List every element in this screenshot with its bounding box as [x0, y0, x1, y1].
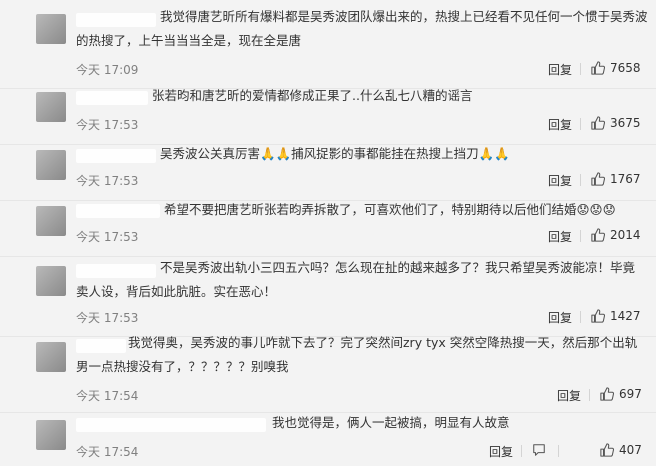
like-count: 1767	[610, 172, 641, 186]
avatar[interactable]	[36, 92, 66, 122]
like-count: 3675	[610, 116, 641, 130]
like-button[interactable]	[532, 443, 546, 457]
like-count: 2014	[610, 228, 641, 242]
like-button[interactable]: 1427	[591, 309, 641, 323]
divider	[558, 445, 559, 457]
comment-item: 吴秀波公关真厉害🙏🙏捕风捉影的事都能挂在热搜上挡刀🙏🙏 今天 17:53 回复 …	[0, 144, 656, 201]
divider	[580, 311, 581, 323]
comment-item: 我也觉得是，俩人一起被搞，明显有人故意 今天 17:54 回复 407	[0, 412, 656, 466]
avatar[interactable]	[36, 342, 66, 372]
thumbs-up-icon	[591, 228, 605, 242]
avatar[interactable]	[36, 206, 66, 236]
reply-button[interactable]: 回复	[557, 387, 581, 404]
reply-button[interactable]: 回复	[489, 443, 513, 460]
thumbs-up-icon	[600, 443, 614, 457]
username-mask	[76, 149, 156, 163]
comment-icon	[533, 444, 545, 456]
comment-text: 张若昀和唐艺昕的爱情都修成正果了..什么乱七八糟的谣言	[152, 88, 473, 103]
username-mask	[76, 204, 160, 218]
divider	[580, 63, 581, 75]
avatar[interactable]	[36, 266, 66, 296]
like-count: 7658	[610, 61, 641, 75]
comment-time: 今天 17:53	[76, 230, 139, 244]
username-mask	[76, 418, 266, 432]
divider	[580, 118, 581, 130]
like-count: 1427	[610, 309, 641, 323]
like-button[interactable]: 2014	[591, 228, 641, 242]
thumbs-up-icon	[591, 116, 605, 130]
comment-item: 不是吴秀波出轨小三四五六吗？怎么现在扯的越来越多了？我只希望吴秀波能凉！毕竟卖人…	[0, 256, 656, 337]
avatar[interactable]	[36, 420, 66, 450]
reply-button[interactable]: 回复	[548, 172, 572, 189]
reply-button[interactable]: 回复	[548, 309, 572, 326]
comment-text: 我也觉得是，俩人一起被搞，明显有人故意	[272, 415, 510, 430]
like-button[interactable]: 697	[600, 387, 642, 401]
comment-time: 今天 17:09	[76, 63, 139, 77]
username-mask	[76, 91, 148, 105]
like-button[interactable]: 3675	[591, 116, 641, 130]
like-count: 697	[619, 387, 642, 401]
thumbs-up-icon	[591, 61, 605, 75]
comment-time: 今天 17:53	[76, 174, 139, 188]
comment-time: 今天 17:54	[76, 389, 139, 403]
comment-text: 吴秀波公关真厉害🙏🙏捕风捉影的事都能挂在热搜上挡刀🙏🙏	[160, 146, 510, 161]
divider	[521, 445, 522, 457]
thumbs-up-icon	[591, 309, 605, 323]
comment-text: 我觉得唐艺昕所有爆料都是吴秀波团队爆出来的，热搜上已经看不见任何一个惯于吴秀波的…	[76, 9, 648, 48]
avatar[interactable]	[36, 150, 66, 180]
comment-time: 今天 17:54	[76, 445, 139, 459]
comment-time: 今天 17:53	[76, 311, 139, 325]
reply-button[interactable]: 回复	[548, 116, 572, 133]
divider	[580, 174, 581, 186]
divider	[589, 389, 590, 401]
comment-text: 希望不要把唐艺昕张若昀弄拆散了，可喜欢他们了，特别期待以后他们结婚😟😟😟	[164, 202, 616, 217]
comment-item: 张若昀和唐艺昕的爱情都修成正果了..什么乱七八糟的谣言 今天 17:53 回复 …	[0, 88, 656, 145]
avatar[interactable]	[36, 14, 66, 44]
comment-item: 我觉得唐艺昕所有爆料都是吴秀波团队爆出来的，热搜上已经看不见任何一个惯于吴秀波的…	[0, 0, 656, 89]
comment-text: 我觉得奥，吴秀波的事儿咋就下去了？完了突然间zry tyx 突然空降热搜一天，然…	[76, 335, 638, 374]
divider	[580, 230, 581, 242]
reply-button[interactable]: 回复	[548, 61, 572, 78]
like-button[interactable]: 1767	[591, 172, 641, 186]
comment-feed: 我觉得唐艺昕所有爆料都是吴秀波团队爆出来的，热搜上已经看不见任何一个惯于吴秀波的…	[0, 0, 656, 466]
thumbs-up-icon	[600, 387, 614, 401]
comment-item: 我觉得奥，吴秀波的事儿咋就下去了？完了突然间zry tyx 突然空降热搜一天，然…	[0, 335, 656, 413]
comment-time: 今天 17:53	[76, 118, 139, 132]
like-button[interactable]: 407	[600, 443, 642, 457]
like-button[interactable]: 7658	[591, 61, 641, 75]
like-count: 407	[619, 443, 642, 457]
reply-button[interactable]: 回复	[548, 228, 572, 245]
comment-item: 希望不要把唐艺昕张若昀弄拆散了，可喜欢他们了，特别期待以后他们结婚😟😟😟 今天 …	[0, 200, 656, 257]
thumbs-up-icon	[591, 172, 605, 186]
comment-text: 不是吴秀波出轨小三四五六吗？怎么现在扯的越来越多了？我只希望吴秀波能凉！毕竟卖人…	[76, 260, 636, 299]
